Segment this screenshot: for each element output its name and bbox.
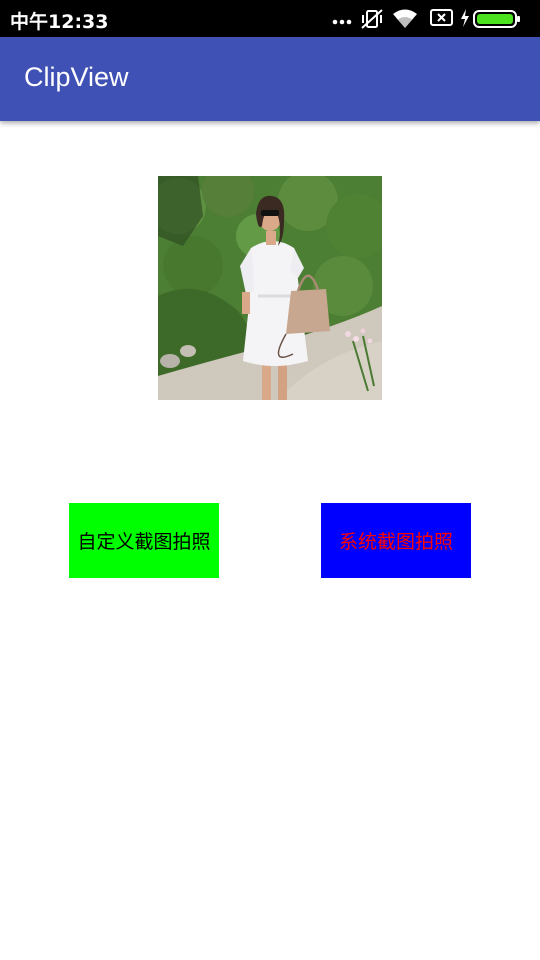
more-dots-icon — [332, 19, 352, 25]
sim-x-icon — [430, 9, 453, 26]
custom-crop-photo-label: 自定义截图拍照 — [77, 531, 211, 553]
vibrate-off-icon — [361, 9, 383, 29]
photo-image — [158, 176, 382, 400]
app-bar: ClipView — [0, 37, 540, 121]
system-crop-photo-label: 系统截图拍照 — [338, 531, 453, 553]
system-crop-photo-button[interactable]: 系统截图拍照 — [321, 503, 471, 578]
wifi-icon — [393, 9, 417, 28]
status-icons — [332, 6, 532, 32]
status-bar: 中午12:33 — [0, 0, 540, 37]
status-time: 中午12:33 — [10, 11, 109, 33]
app-title: ClipView — [24, 62, 129, 92]
custom-crop-photo-button[interactable]: 自定义截图拍照 — [69, 503, 219, 578]
battery-icon — [473, 10, 520, 28]
photo-woman-white-dress-icon — [158, 176, 382, 400]
charging-icon — [461, 9, 469, 27]
